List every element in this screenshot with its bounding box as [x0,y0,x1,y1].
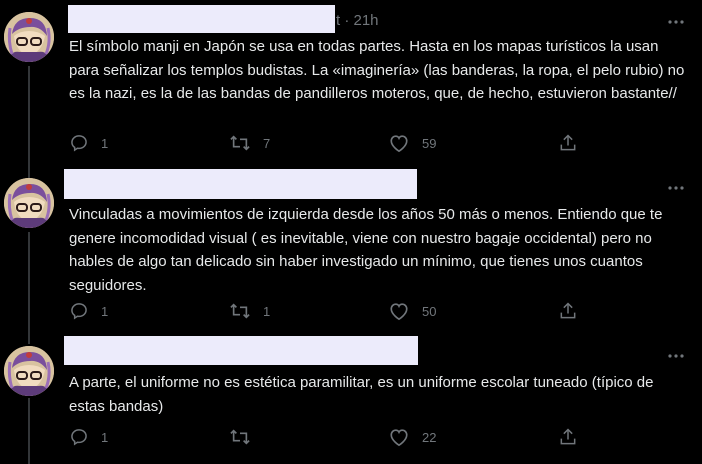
reply-button[interactable]: 1 [69,300,108,322]
share-button[interactable] [558,426,578,448]
retweet-count: 1 [263,303,271,319]
tweet-timestamp[interactable]: t · 21h [336,12,379,29]
like-count: 50 [422,303,437,319]
reply-count: 1 [101,135,109,151]
username-redacted [64,169,417,199]
tweet-actions: 1 22 [64,426,624,448]
avatar-image [4,12,54,62]
reply-count: 1 [101,303,109,319]
retweet-button[interactable] [229,426,263,448]
retweet-icon [230,429,250,445]
like-icon [390,429,408,447]
more-icon[interactable] [666,12,686,32]
tweet-text: Vinculadas a movimientos de izquierda de… [69,206,663,294]
like-button[interactable]: 50 [388,300,436,322]
like-button[interactable]: 22 [388,426,436,448]
reply-button[interactable]: 1 [69,426,108,448]
more-icon[interactable] [666,346,686,366]
share-icon [560,302,576,319]
tweet-text: El símbolo manji en Japón se usa en toda… [69,38,685,102]
tweet[interactable]: Vinculadas a movimientos de izquierda de… [0,168,702,336]
tweet[interactable]: t · 21h El símbolo manji en Japón se usa… [0,0,702,168]
reply-count: 1 [101,429,109,445]
avatar-image [4,346,54,396]
share-icon [560,134,576,151]
retweet-button[interactable]: 1 [229,300,270,322]
retweet-count: 7 [263,135,271,151]
username-redacted [68,5,335,33]
retweet-button[interactable]: 7 [229,132,270,154]
retweet-icon [230,303,250,319]
username-redacted [64,336,418,365]
reply-icon [71,429,87,446]
reply-icon [71,303,87,320]
reply-button[interactable]: 1 [69,132,108,154]
tweet[interactable]: A parte, el uniforme no es estética para… [0,336,702,464]
avatar[interactable] [4,346,54,396]
tweet-actions: 1 7 59 [64,132,624,154]
share-button[interactable] [558,132,578,154]
like-icon [390,303,408,321]
like-count: 22 [422,429,437,445]
avatar-image [4,178,54,228]
retweet-icon [230,135,250,151]
share-button[interactable] [558,300,578,322]
like-icon [390,135,408,153]
avatar[interactable] [4,178,54,228]
tweet-actions: 1 1 50 [64,300,624,322]
like-button[interactable]: 59 [388,132,436,154]
share-icon [560,428,576,445]
avatar[interactable] [4,12,54,62]
reply-icon [71,135,87,152]
more-icon[interactable] [666,178,686,198]
like-count: 59 [422,135,437,151]
tweet-text: A parte, el uniforme no es estética para… [69,374,654,415]
